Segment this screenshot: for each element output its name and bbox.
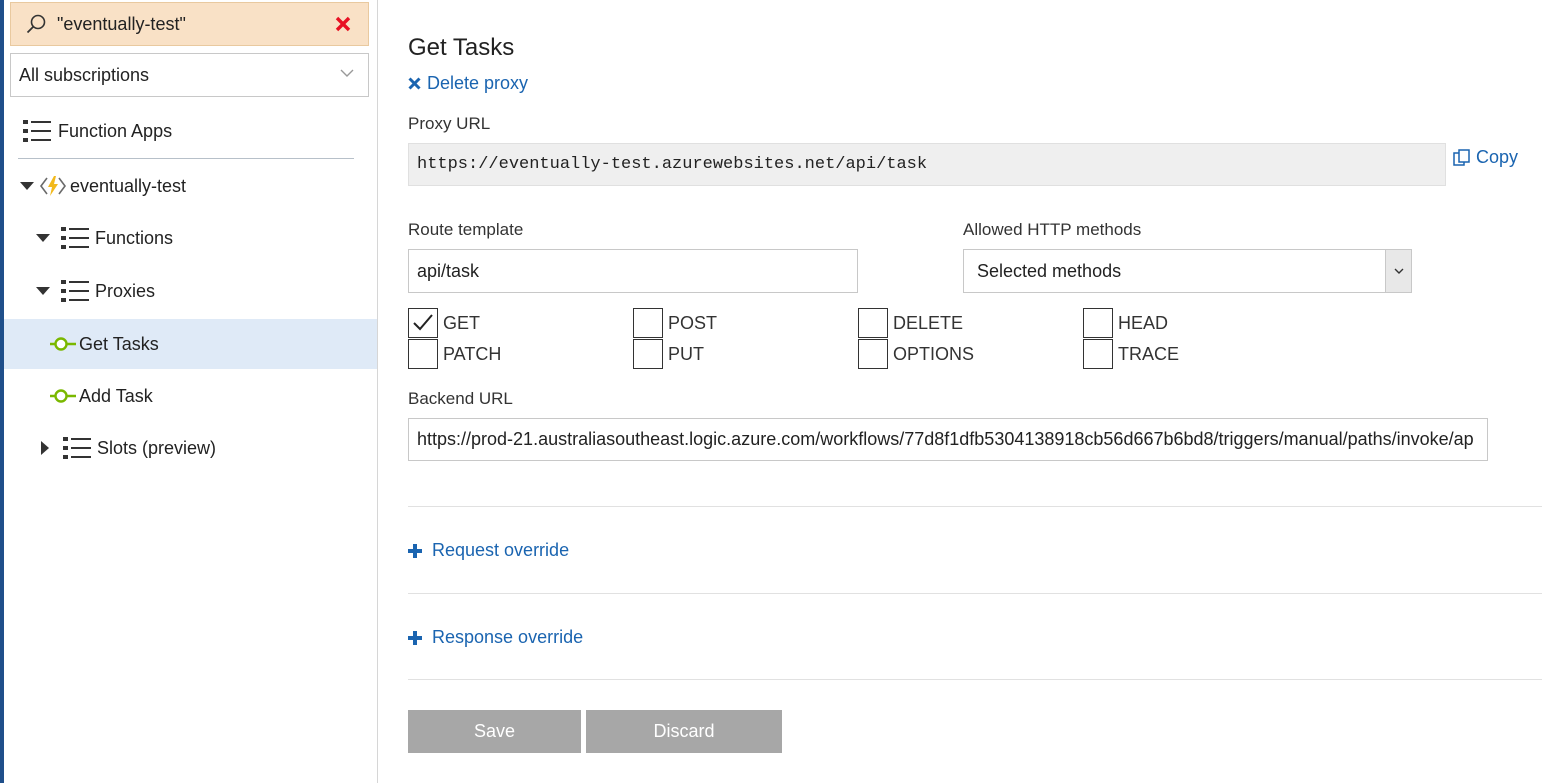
close-icon: [408, 77, 421, 90]
method-label: TRACE: [1118, 343, 1180, 364]
method-patch[interactable]: PATCH: [408, 339, 501, 369]
section-divider: [408, 506, 1542, 507]
caret-down-icon[interactable]: [36, 231, 50, 245]
allowed-methods-select[interactable]: Selected methods: [963, 249, 1412, 293]
plus-icon: [408, 543, 422, 558]
method-get[interactable]: GET: [408, 308, 480, 338]
method-label: PATCH: [443, 343, 502, 364]
backend-url-input[interactable]: https://prod-21.australiasoutheast.logic…: [408, 418, 1488, 461]
search-icon: [26, 14, 46, 34]
tree-item-slots[interactable]: Slots (preview): [4, 424, 377, 472]
proxy-url-label: Proxy URL: [408, 114, 491, 133]
list-icon: [23, 120, 51, 142]
response-override-toggle[interactable]: Response override: [408, 627, 583, 648]
method-label: OPTIONS: [893, 343, 975, 364]
tree-item-label: eventually-test: [70, 175, 187, 196]
checkbox[interactable]: [1083, 339, 1113, 369]
delete-proxy-link[interactable]: Delete proxy: [408, 73, 528, 94]
search-box[interactable]: "eventually-test": [10, 2, 369, 46]
caret-down-icon[interactable]: [36, 284, 50, 298]
method-trace[interactable]: TRACE: [1083, 339, 1179, 369]
request-override-toggle[interactable]: Request override: [408, 540, 569, 561]
response-override-label: Response override: [432, 627, 584, 647]
chevron-down-icon: [340, 69, 354, 77]
tree-item-proxies[interactable]: Proxies: [4, 267, 377, 315]
tree-divider: [18, 158, 354, 159]
function-app-icon: [40, 176, 66, 196]
checkbox[interactable]: [408, 339, 438, 369]
tree-item-add-task[interactable]: Add Task: [4, 372, 377, 420]
subscription-select[interactable]: All subscriptions: [10, 53, 369, 97]
proxy-editor: Get Tasks Delete proxy Proxy URL https:/…: [408, 0, 1542, 783]
caret-down-icon[interactable]: [20, 179, 34, 193]
backend-url-label: Backend URL: [408, 389, 513, 408]
method-put[interactable]: PUT: [633, 339, 704, 369]
page-title: Get Tasks: [408, 34, 515, 61]
method-post[interactable]: POST: [633, 308, 717, 338]
caret-right-icon[interactable]: [38, 441, 52, 455]
copy-label: Copy: [1476, 147, 1519, 167]
search-input[interactable]: "eventually-test": [57, 14, 334, 35]
save-button[interactable]: Save: [408, 710, 581, 753]
tree-item-label: Functions: [95, 227, 174, 248]
tree-item-app[interactable]: eventually-test: [4, 162, 377, 210]
clear-search-icon[interactable]: [334, 15, 352, 33]
method-delete[interactable]: DELETE: [858, 308, 963, 338]
section-divider: [408, 679, 1542, 680]
tree-item-label: Get Tasks: [79, 333, 159, 354]
checkbox[interactable]: [858, 339, 888, 369]
tree-item-get-tasks[interactable]: Get Tasks: [4, 319, 377, 369]
method-label: DELETE: [893, 312, 964, 333]
select-dropdown-button[interactable]: [1385, 250, 1411, 292]
delete-proxy-label: Delete proxy: [427, 73, 529, 93]
route-template-label: Route template: [408, 220, 524, 239]
route-template-input[interactable]: api/task: [408, 249, 858, 293]
checkbox[interactable]: [633, 308, 663, 338]
tree-item-function-apps[interactable]: Function Apps: [4, 107, 377, 155]
method-label: HEAD: [1118, 312, 1169, 333]
discard-button[interactable]: Discard: [586, 710, 782, 753]
subscription-select-value: All subscriptions: [19, 64, 150, 85]
allowed-methods-label: Allowed HTTP methods: [963, 220, 1142, 239]
tree-item-label: Add Task: [79, 385, 153, 406]
proxy-url-field[interactable]: https://eventually-test.azurewebsites.ne…: [408, 143, 1446, 186]
method-label: GET: [443, 312, 481, 333]
tree-item-functions[interactable]: Functions: [4, 214, 377, 262]
list-icon: [61, 227, 89, 249]
plus-icon: [408, 630, 422, 645]
tree-item-label: Proxies: [95, 280, 156, 301]
checkbox[interactable]: [633, 339, 663, 369]
tree-item-label: Function Apps: [58, 120, 173, 141]
chevron-down-icon: [1394, 268, 1403, 274]
proxy-icon: [50, 389, 76, 403]
request-override-label: Request override: [432, 540, 570, 560]
method-label: PUT: [668, 343, 704, 364]
allowed-methods-value: Selected methods: [977, 261, 1122, 281]
checkbox[interactable]: [1083, 308, 1113, 338]
proxy-icon: [50, 337, 76, 351]
method-head[interactable]: HEAD: [1083, 308, 1168, 338]
section-divider: [408, 593, 1542, 594]
list-icon: [63, 437, 91, 459]
tree-item-label: Slots (preview): [97, 437, 217, 458]
copy-button[interactable]: Copy: [1453, 147, 1518, 168]
method-options[interactable]: OPTIONS: [858, 339, 974, 369]
sidebar: "eventually-test" All subscriptions Func…: [0, 0, 378, 783]
list-icon: [61, 280, 89, 302]
checkbox[interactable]: [408, 308, 438, 338]
checkmark-icon: [413, 314, 433, 331]
copy-icon: [1453, 148, 1470, 166]
method-label: POST: [668, 312, 718, 333]
checkbox[interactable]: [858, 308, 888, 338]
